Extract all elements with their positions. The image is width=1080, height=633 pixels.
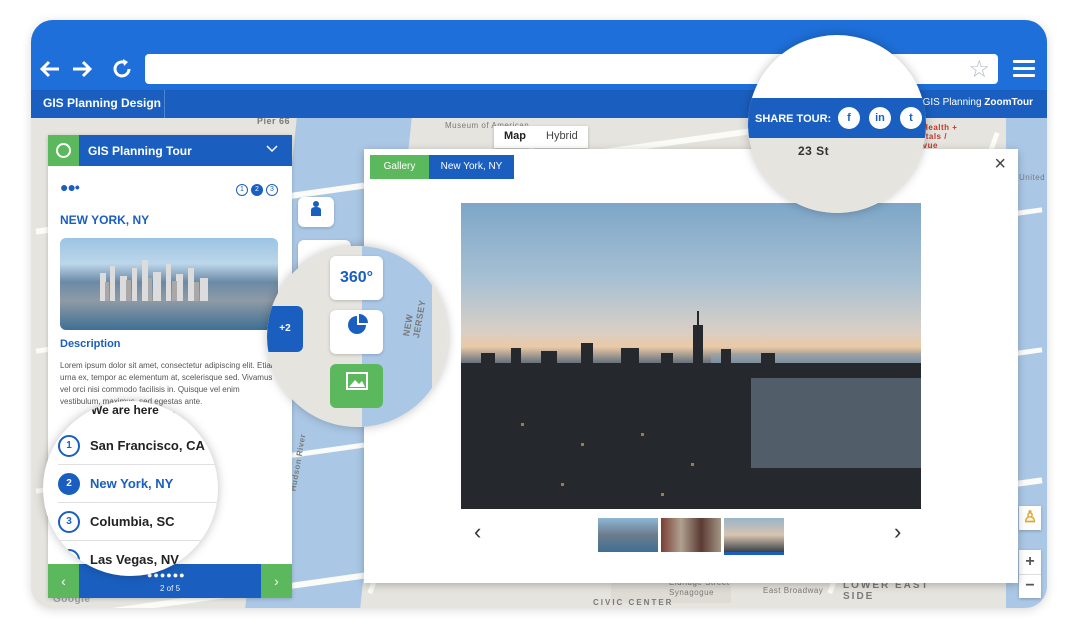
app-window: ☆ GIS Planning Design by GIS Planning Zo… <box>31 20 1047 608</box>
map-label: 23 St <box>798 144 830 158</box>
reload-icon[interactable] <box>111 58 133 85</box>
pegman-icon[interactable]: ♙ <box>1019 506 1041 530</box>
map-type-control: Map Hybrid <box>494 126 588 148</box>
pager-dot-2[interactable]: 2 <box>251 184 263 196</box>
header-divider <box>164 90 165 118</box>
back-icon[interactable] <box>39 58 61 85</box>
gallery-main-photo[interactable] <box>461 203 921 509</box>
tour-panel-header[interactable]: GIS Planning Tour <box>48 135 292 166</box>
zoom-out-button[interactable]: − <box>1019 574 1041 598</box>
next-stop-button[interactable]: › <box>261 564 292 598</box>
city-title: NEW YORK, NY <box>60 213 150 227</box>
list-number: 3 <box>58 511 80 533</box>
streetview-button[interactable] <box>298 197 334 227</box>
list-number: 4 <box>58 549 80 571</box>
description-heading: Description <box>60 338 121 350</box>
facebook-icon[interactable]: f <box>838 107 860 129</box>
list-number: 2 <box>58 473 80 495</box>
city-skyline-photo <box>461 311 921 509</box>
compass-button[interactable] <box>48 135 79 166</box>
gallery-thumbnail[interactable] <box>598 518 658 552</box>
magnified-map: 23 St <box>748 138 926 213</box>
pager-dot-1[interactable]: 1 <box>236 184 248 196</box>
tool-chart-button[interactable] <box>330 310 383 354</box>
dots-icon: ●●• <box>60 179 80 195</box>
list-item[interactable]: 3 Columbia, SC <box>58 503 218 541</box>
tab-gallery[interactable]: Gallery <box>370 155 429 179</box>
star-icon[interactable]: ☆ <box>968 55 990 84</box>
we-are-here-label: We are here <box>91 403 159 417</box>
byline-brand: ZoomTour <box>984 97 1033 108</box>
hamburger-menu-icon[interactable] <box>1013 60 1035 81</box>
gallery-thumbnail-selected[interactable] <box>724 518 784 555</box>
skyline-illustration <box>100 260 208 301</box>
list-item[interactable]: 4 Las Vegas, NV <box>58 541 218 576</box>
twitter-icon[interactable]: t <box>900 107 922 129</box>
stop-pager: 1 2 3 <box>236 184 278 196</box>
person-icon <box>311 201 321 216</box>
list-menu-icon[interactable] <box>173 401 189 413</box>
map-label: United <box>1019 173 1046 182</box>
share-magnifier: SHARE TOUR: f in t 23 St <box>748 35 926 213</box>
tour-title: GIS Planning Tour <box>88 144 192 158</box>
forward-icon[interactable] <box>71 58 93 85</box>
close-icon[interactable]: × <box>994 153 1006 176</box>
byline: by GIS Planning ZoomTour <box>909 97 1033 108</box>
map-label: East Broadway <box>763 586 824 595</box>
map-type-hybrid[interactable]: Hybrid <box>536 126 588 148</box>
list-label: Columbia, SC <box>90 514 175 529</box>
gallery-modal: Gallery New York, NY × ‹ › <box>364 149 1018 583</box>
zoom-in-button[interactable]: + <box>1019 550 1041 574</box>
map-label: LOWER EAST SIDE <box>843 580 930 602</box>
list-item[interactable]: 1 San Francisco, CA <box>58 427 218 465</box>
pie-chart-icon <box>347 314 368 334</box>
chevron-down-icon[interactable] <box>266 142 278 157</box>
tool-360-button[interactable]: 360° <box>330 256 383 300</box>
share-label: SHARE TOUR: <box>755 113 832 125</box>
pager-dot-3[interactable]: 3 <box>266 184 278 196</box>
list-label: New York, NY <box>90 476 174 491</box>
image-icon <box>345 372 368 390</box>
stops-magnifier: We are here 1 San Francisco, CA 2 New Yo… <box>43 401 218 576</box>
gallery-thumbnail[interactable] <box>661 518 721 552</box>
tab-location[interactable]: New York, NY <box>429 155 514 179</box>
description-text: Lorem ipsum dolor sit amet, consectetur … <box>60 361 277 406</box>
share-bar: SHARE TOUR: f in t <box>748 98 926 138</box>
list-label: San Francisco, CA <box>90 438 205 453</box>
footer-count: 2 of 5 <box>160 584 181 593</box>
map-label: CIVIC CENTER <box>593 598 674 607</box>
360-icon: 360° <box>339 269 374 286</box>
city-photo[interactable] <box>60 238 278 330</box>
tool-gallery-button[interactable] <box>330 364 383 408</box>
more-photos-badge[interactable]: +2 <box>267 306 303 352</box>
map-label: Pier 66 <box>257 118 291 126</box>
zoom-control: + − <box>1019 550 1041 598</box>
list-label: Las Vegas, NV <box>90 552 179 567</box>
compass-icon <box>56 143 71 158</box>
gallery-prev-button[interactable]: ‹ <box>474 519 481 545</box>
list-item-active[interactable]: 2 New York, NY <box>58 465 218 503</box>
map-type-map[interactable]: Map <box>494 126 536 148</box>
app-title: GIS Planning Design <box>43 96 162 110</box>
tools-magnifier: NEW JERSEY +2 360° <box>267 246 448 427</box>
list-number: 1 <box>58 435 80 457</box>
gallery-next-button[interactable]: › <box>894 519 901 545</box>
linkedin-icon[interactable]: in <box>869 107 891 129</box>
map-label: Synagogue <box>669 588 714 597</box>
